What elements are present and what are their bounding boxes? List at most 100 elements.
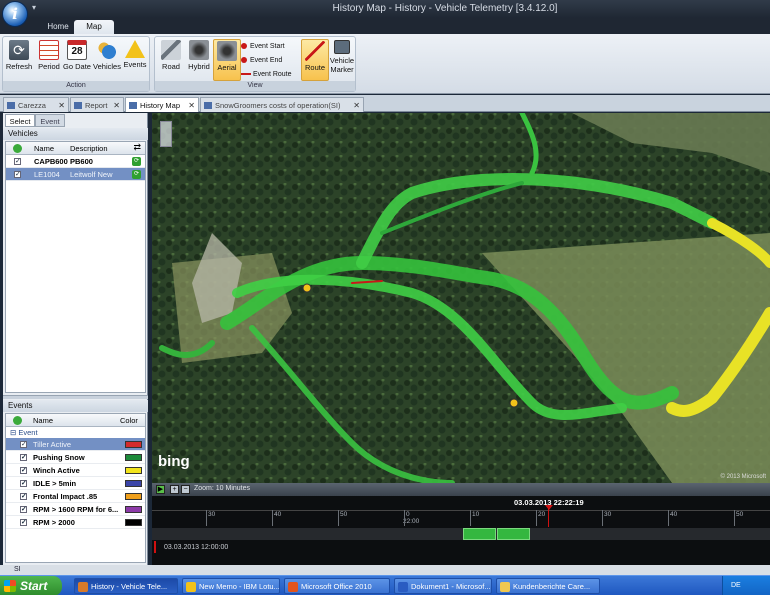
app-menu-button[interactable]: i — [2, 1, 28, 27]
aerial-map[interactable]: bing © 2013 Microsoft — [152, 113, 770, 483]
event-color-swatch[interactable] — [125, 493, 142, 500]
column-header-description[interactable]: Description — [70, 144, 108, 153]
taskbar-task[interactable]: History - Vehicle Tele... — [74, 578, 178, 594]
timeline-tick — [404, 510, 405, 526]
hour-label: 22:00 — [403, 518, 420, 525]
event-color-swatch[interactable] — [125, 467, 142, 474]
timeline-tick-label: 50 — [340, 511, 348, 518]
event-row[interactable]: Tiller Active — [6, 438, 145, 451]
event-color-swatch[interactable] — [125, 519, 142, 526]
route-button[interactable]: Route — [301, 39, 329, 81]
vehicle-refresh-icon[interactable]: ⟳ — [132, 170, 141, 179]
event-checkbox[interactable] — [20, 477, 27, 490]
vehicle-marker[interactable] — [302, 283, 312, 293]
aerial-button[interactable]: Aerial — [213, 39, 241, 81]
map-canvas[interactable] — [152, 113, 770, 483]
event-checkbox[interactable] — [20, 464, 27, 477]
timeline-panel: ▶ + − Zoom: 10 Minutes 03.03.2013 22:22:… — [152, 483, 770, 565]
event-color-swatch[interactable] — [125, 480, 142, 487]
ribbon-tab-home[interactable]: Home — [38, 20, 78, 34]
taskbar-task[interactable]: New Memo - IBM Lotu... — [182, 578, 280, 594]
close-icon[interactable]: ✕ — [58, 98, 65, 112]
subtab-select[interactable]: Select — [5, 114, 35, 127]
period-button[interactable]: Period — [35, 39, 63, 81]
panel-splitter[interactable] — [3, 395, 148, 399]
doc-tab-report[interactable]: Report ✕ — [70, 97, 124, 112]
event-end-button[interactable]: Event End — [241, 55, 301, 67]
road-button[interactable]: Road — [157, 39, 185, 81]
close-icon[interactable]: ✕ — [113, 98, 120, 112]
zoom-out-icon[interactable]: − — [181, 485, 190, 494]
start-button[interactable]: Start — [0, 576, 62, 595]
aerial-icon — [217, 41, 237, 61]
doc-tab-snowgroomers-costs[interactable]: SnowGroomers costs of operation(SI) ✕ — [200, 97, 364, 112]
taskbar-task[interactable]: Dokument1 - Microsof... — [394, 578, 492, 594]
event-color-swatch[interactable] — [125, 441, 142, 448]
timeline-ruler[interactable] — [152, 510, 770, 526]
event-group-header[interactable]: ⊟ Event — [6, 427, 145, 438]
event-row[interactable]: RPM > 2000 — [6, 516, 145, 529]
refresh-column-icon[interactable]: ⇄ — [133, 142, 141, 153]
doc-tab-history-map[interactable]: History Map ✕ — [125, 97, 199, 112]
vehicles-button[interactable]: Vehicles — [93, 39, 121, 81]
select-all-icon[interactable] — [13, 144, 22, 153]
column-header-color[interactable]: Color — [120, 416, 138, 425]
refresh-button[interactable]: ⟳ Refresh — [5, 39, 33, 81]
event-route-button[interactable]: Event Route — [241, 69, 301, 81]
column-header-name[interactable]: Name — [34, 144, 54, 153]
event-list: Tiller Active Pushing Snow Winch Active IDL… — [6, 438, 145, 529]
play-icon[interactable]: ▶ — [156, 485, 165, 494]
column-header-name[interactable]: Name — [33, 416, 53, 425]
vehicle-marker-button[interactable]: Vehicle Marker — [329, 39, 355, 81]
event-route-icon — [241, 73, 251, 76]
timeline-tick — [602, 510, 603, 526]
event-row[interactable]: IDLE > 5min — [6, 477, 145, 490]
map-tab-icon — [129, 102, 137, 109]
subtab-event[interactable]: Event — [35, 114, 65, 127]
event-row[interactable]: Pushing Snow — [6, 451, 145, 464]
events-button[interactable]: Events — [121, 39, 149, 81]
hybrid-button[interactable]: Hybrid — [185, 39, 213, 81]
event-checkbox[interactable] — [20, 451, 27, 464]
vehicle-name: CAPB600 — [34, 157, 68, 166]
timeline-cursor[interactable] — [548, 507, 549, 527]
map-pan-zoom-control[interactable] — [160, 121, 172, 147]
zoom-in-icon[interactable]: + — [170, 485, 179, 494]
doc-tab-label: History Map — [140, 101, 181, 110]
taskbar-task[interactable]: Kundenberichte Care... — [496, 578, 600, 594]
taskbar-task[interactable]: Microsoft Office 2010 — [284, 578, 390, 594]
event-row[interactable]: Frontal Impact .85 — [6, 490, 145, 503]
event-checkbox[interactable] — [20, 490, 27, 503]
vehicle-marker[interactable] — [509, 398, 519, 408]
vehicle-row[interactable]: CAPB600 PB600 ⟳ — [6, 155, 145, 168]
timeline-start-marker[interactable] — [154, 541, 156, 553]
language-indicator[interactable]: DE — [731, 582, 741, 589]
event-checkbox[interactable] — [20, 503, 27, 516]
event-row[interactable]: RPM > 1600 RPM for 6... — [6, 503, 145, 516]
document-tab-strip: Carezza ✕ Report ✕ History Map ✕ SnowGroome… — [0, 95, 770, 112]
route-label: Route — [304, 63, 325, 72]
vehicle-checkbox[interactable] — [14, 168, 21, 181]
timeline-activity-segment[interactable] — [463, 528, 496, 540]
doc-tab-carezza[interactable]: Carezza ✕ — [3, 97, 69, 112]
close-icon[interactable]: ✕ — [188, 98, 195, 112]
timeline-activity-segment[interactable] — [497, 528, 530, 540]
vehicle-checkbox[interactable] — [14, 155, 21, 168]
event-row[interactable]: Winch Active — [6, 464, 145, 477]
event-color-swatch[interactable] — [125, 454, 142, 461]
event-color-swatch[interactable] — [125, 506, 142, 513]
event-checkbox[interactable] — [20, 516, 27, 529]
event-checkbox[interactable] — [20, 438, 27, 451]
timeline-tick-label: 0 — [406, 511, 410, 518]
close-icon[interactable]: ✕ — [353, 98, 360, 112]
timeline-cursor-handle[interactable] — [545, 505, 553, 510]
timeline-track[interactable] — [152, 528, 770, 540]
ribbon-tab-map[interactable]: Map — [74, 20, 114, 34]
refresh-label: Refresh — [5, 62, 33, 71]
event-start-button[interactable]: Event Start — [241, 41, 301, 53]
vehicle-row[interactable]: LE1004 Leitwolf New ⟳ — [6, 168, 145, 181]
vehicle-refresh-icon[interactable]: ⟳ — [132, 157, 141, 166]
select-all-icon[interactable] — [13, 416, 22, 425]
go-date-button[interactable]: 28 Go Date — [63, 39, 91, 81]
road-icon — [161, 40, 181, 60]
